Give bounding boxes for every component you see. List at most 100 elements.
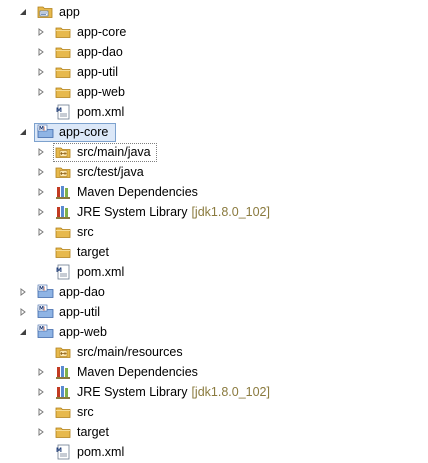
tree-item-text: app-dao [59, 285, 105, 299]
tree-item-label: app-core [59, 122, 108, 142]
tree-item-label: src/main/resources [77, 342, 183, 362]
tree-item-text: target [77, 245, 109, 259]
tree-item[interactable]: Mpom.xml [0, 102, 428, 122]
tree-item[interactable]: Maven Dependencies [0, 362, 428, 382]
tree-item[interactable]: M J app-web [0, 322, 428, 342]
collapsed-twisty-icon[interactable] [35, 162, 47, 182]
collapsed-twisty-icon[interactable] [17, 282, 29, 302]
tree-item-label: app-dao [77, 42, 123, 62]
svg-text:J: J [43, 306, 45, 312]
tree-item[interactable]: Mpom.xml [0, 442, 428, 462]
collapsed-twisty-icon[interactable] [35, 82, 47, 102]
tree-item-label: app-web [59, 322, 107, 342]
tree-item[interactable]: M J app-util [0, 302, 428, 322]
library-icon [55, 184, 71, 200]
collapsed-twisty-icon[interactable] [17, 302, 29, 322]
jdk-version-decoration: [jdk1.8.0_102] [191, 385, 270, 399]
collapsed-twisty-icon[interactable] [35, 402, 47, 422]
tree-item-text: app-util [59, 305, 100, 319]
expanded-twisty-icon[interactable] [17, 2, 29, 22]
tree-item[interactable]: src/main/resources [0, 342, 428, 362]
tree-item-label: JRE System Library [jdk1.8.0_102] [77, 202, 270, 222]
folder-icon [55, 424, 71, 440]
svg-text:J: J [43, 286, 45, 292]
tree-item[interactable]: JRE System Library [jdk1.8.0_102] [0, 382, 428, 402]
folder-icon [55, 84, 71, 100]
folder-icon [55, 64, 71, 80]
svg-text:M: M [56, 447, 62, 454]
jdk-version-decoration: [jdk1.8.0_102] [191, 205, 270, 219]
tree-item[interactable]: src [0, 402, 428, 422]
tree-item-text: Maven Dependencies [77, 365, 198, 379]
collapsed-twisty-icon[interactable] [35, 22, 47, 42]
collapsed-twisty-icon[interactable] [35, 142, 47, 162]
tree-item-label: app-util [59, 302, 100, 322]
expanded-twisty-icon[interactable] [17, 322, 29, 342]
tree-item-label: app-core [77, 22, 126, 42]
collapsed-twisty-icon[interactable] [35, 422, 47, 442]
tree-item[interactable]: src [0, 222, 428, 242]
folder-icon [55, 244, 71, 260]
maven-project-icon: MJ [37, 124, 54, 140]
collapsed-twisty-icon[interactable] [35, 222, 47, 242]
tree-item[interactable]: app-dao [0, 42, 428, 62]
maven-project-icon: MJ [37, 284, 54, 300]
maven-pom-icon: M [55, 104, 71, 120]
collapsed-twisty-icon[interactable] [35, 202, 47, 222]
tree-item-text: src/main/java [77, 145, 151, 159]
maven-pom-icon: M [55, 444, 71, 460]
tree-item-label: app-web [77, 82, 125, 102]
tree-item-text: pom.xml [77, 265, 125, 279]
tree-item-label: src/test/java [77, 162, 144, 182]
tree-item-text: app-dao [77, 45, 123, 59]
svg-text:J: J [43, 126, 45, 132]
tree-item[interactable]: M J app-dao [0, 282, 428, 302]
tree-item-text: JRE System Library [77, 205, 188, 219]
collapsed-twisty-icon[interactable] [35, 42, 47, 62]
tree-item-label: src [77, 402, 94, 422]
project-folder-icon [37, 4, 53, 20]
tree-item-text: target [77, 425, 109, 439]
collapsed-twisty-icon[interactable] [35, 62, 47, 82]
tree-item[interactable]: app [0, 2, 428, 22]
collapsed-twisty-icon[interactable] [35, 182, 47, 202]
folder-icon [55, 44, 71, 60]
maven-project-icon: MJ [37, 324, 54, 340]
tree-item-label: src [77, 222, 94, 242]
source-folder-icon [55, 344, 71, 360]
tree-item[interactable]: Mpom.xml [0, 262, 428, 282]
tree-item-text: app [59, 5, 80, 19]
tree-item-text: pom.xml [77, 105, 125, 119]
source-folder-icon [55, 164, 71, 180]
tree-item-label: app-dao [59, 282, 105, 302]
tree-item-text: pom.xml [77, 445, 125, 459]
tree-item[interactable]: app-core [0, 22, 428, 42]
tree-item-label: target [77, 422, 109, 442]
tree-item-text: app-core [59, 125, 109, 139]
expanded-twisty-icon[interactable] [17, 122, 29, 142]
tree-item[interactable]: target [0, 242, 428, 262]
collapsed-twisty-icon[interactable] [35, 382, 47, 402]
tree-item[interactable]: Maven Dependencies [0, 182, 428, 202]
tree-item-text: src/test/java [77, 165, 144, 179]
svg-text:M: M [56, 267, 62, 274]
tree-item[interactable]: src/main/java [0, 142, 428, 162]
tree-item[interactable]: app-util [0, 62, 428, 82]
maven-pom-icon: M [55, 264, 71, 280]
tree-item[interactable]: src/test/java [0, 162, 428, 182]
tree-item-text: app-core [77, 25, 127, 39]
tree-item[interactable]: JRE System Library [jdk1.8.0_102] [0, 202, 428, 222]
svg-text:M: M [56, 107, 62, 114]
tree-item[interactable]: target [0, 422, 428, 442]
project-explorer-tree: app app-core app-dao app-util app-web Mpom.xm… [0, 0, 428, 462]
tree-item[interactable]: M J app-core [0, 122, 428, 142]
tree-item[interactable]: app-web [0, 82, 428, 102]
tree-item-text: Maven Dependencies [77, 185, 198, 199]
maven-project-icon: MJ [37, 304, 54, 320]
tree-item-label: pom.xml [77, 102, 124, 122]
svg-text:J: J [43, 326, 45, 332]
collapsed-twisty-icon[interactable] [35, 362, 47, 382]
tree-item-label: target [77, 242, 109, 262]
tree-item-label: pom.xml [77, 262, 124, 282]
tree-item-text: app-web [59, 325, 107, 339]
